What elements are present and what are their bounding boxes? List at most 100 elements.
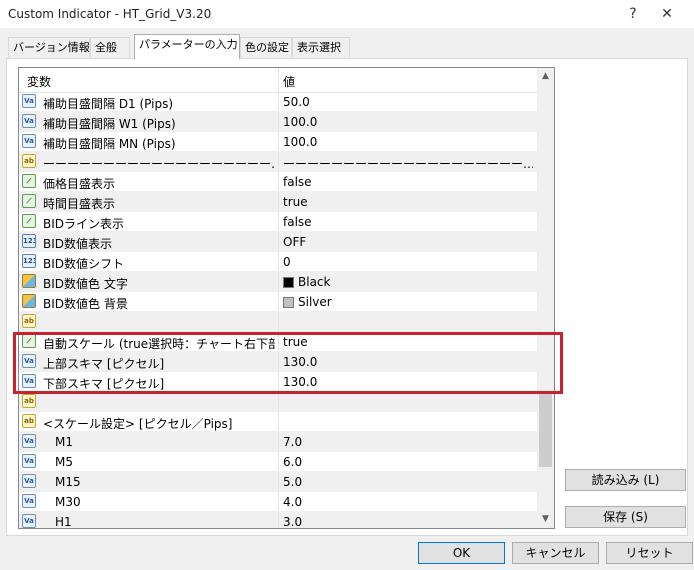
color-name: Black xyxy=(298,275,331,289)
parameter-row[interactable]: Va M5 6.0 xyxy=(19,452,537,472)
cell-divider xyxy=(278,392,279,411)
int-type-icon: 123 xyxy=(22,254,36,268)
scroll-up-arrow-icon[interactable]: ▲ xyxy=(537,68,554,85)
parameter-row[interactable]: Va 上部スキマ [ピクセル] 130.0 xyxy=(19,352,537,372)
parameter-name: M15 xyxy=(55,475,81,489)
tab-display-select[interactable]: 表示選択 xyxy=(292,37,350,57)
tab-general[interactable]: 全般 xyxy=(90,37,130,57)
parameter-row[interactable]: BID数値色 背景 Silver xyxy=(19,292,537,312)
parameter-row[interactable]: ⟋ 時間目盛表示 true xyxy=(19,192,537,212)
parameter-name: M5 xyxy=(55,455,73,469)
column-separator[interactable] xyxy=(278,68,279,92)
parameter-row[interactable]: 123 BID数値シフト 0 xyxy=(19,252,537,272)
reset-button[interactable]: リセット xyxy=(606,542,693,564)
scrollbar-thumb[interactable] xyxy=(539,391,552,467)
parameter-row[interactable]: Va 補助目盛間隔 W1 (Pips) 100.0 xyxy=(19,112,537,132)
color-type-icon xyxy=(22,294,36,308)
parameter-value[interactable]: true xyxy=(283,335,533,349)
parameter-row[interactable]: Va 下部スキマ [ピクセル] 130.0 xyxy=(19,372,537,392)
parameter-name: <スケール設定> [ピクセル／Pips] xyxy=(43,417,233,431)
parameter-row[interactable]: ⟋ 価格目盛表示 false xyxy=(19,172,537,192)
parameter-name: BID数値シフト xyxy=(43,257,125,271)
parameter-row[interactable]: ab xyxy=(19,392,537,412)
parameter-row[interactable]: Va H1 3.0 xyxy=(19,512,537,529)
column-header-value[interactable]: 値 xyxy=(283,73,295,90)
parameter-value[interactable]: Silver xyxy=(283,295,533,309)
parameter-name: 自動スケール (true選択時：チャート右下部クリ… xyxy=(43,337,275,351)
title-bar: Custom Indicator - HT_Grid_V3.20 ? ✕ xyxy=(0,0,694,28)
save-button[interactable]: 保存 (S) xyxy=(565,506,686,528)
parameter-name: 上部スキマ [ピクセル] xyxy=(43,357,165,371)
grid-header: 変数 値 xyxy=(19,68,537,93)
cell-divider xyxy=(278,232,279,251)
parameter-row[interactable]: ab <スケール設定> [ピクセル／Pips] xyxy=(19,412,537,432)
double-type-icon: Va xyxy=(22,514,36,528)
parameter-value[interactable]: false xyxy=(283,215,533,229)
parameter-name: H1 xyxy=(55,515,72,529)
scroll-down-arrow-icon[interactable]: ▼ xyxy=(537,511,554,528)
tab-parameters[interactable]: パラメーターの入力 xyxy=(134,34,240,59)
double-type-icon: Va xyxy=(22,434,36,448)
color-swatch xyxy=(283,297,294,308)
parameter-name: BID数値色 背景 xyxy=(43,297,128,311)
parameter-row[interactable]: ⟋ BIDライン表示 false xyxy=(19,212,537,232)
parameter-value[interactable]: 130.0 xyxy=(283,355,533,369)
close-button[interactable]: ✕ xyxy=(656,4,678,24)
parameter-row[interactable]: Va 補助目盛間隔 D1 (Pips) 50.0 xyxy=(19,92,537,112)
double-type-icon: Va xyxy=(22,94,36,108)
parameter-name: 補助目盛間隔 D1 (Pips) xyxy=(43,97,174,111)
parameter-name: ーーーーーーーーーーーーーーーーーーー… xyxy=(43,157,275,171)
parameter-value[interactable]: true xyxy=(283,195,533,209)
string-type-icon: ab xyxy=(22,394,36,408)
string-type-icon: ab xyxy=(22,414,36,428)
cell-divider xyxy=(278,492,279,511)
parameter-value[interactable]: false xyxy=(283,175,533,189)
parameter-value[interactable]: 7.0 xyxy=(283,435,533,449)
parameter-row[interactable]: ⟋ 自動スケール (true選択時：チャート右下部クリ… true xyxy=(19,332,537,352)
parameter-grid[interactable]: 変数 値 Va 補助目盛間隔 D1 (Pips) 50.0 Va 補助目盛間隔 W1 (… xyxy=(18,67,555,529)
vertical-scrollbar[interactable]: ▲ ▼ xyxy=(537,68,554,528)
ok-button[interactable]: OK xyxy=(418,542,505,564)
cell-divider xyxy=(278,472,279,491)
tab-version-info[interactable]: バージョン情報 xyxy=(8,37,90,57)
tab-colors[interactable]: 色の設定 xyxy=(240,37,292,57)
parameter-row[interactable]: Va M30 4.0 xyxy=(19,492,537,512)
parameter-row[interactable]: ab xyxy=(19,312,537,332)
cancel-button[interactable]: キャンセル xyxy=(512,542,599,564)
parameter-row[interactable]: ab ーーーーーーーーーーーーーーーーーーー… ーーーーーーーーーーーーーーーーーー… xyxy=(19,152,537,172)
parameter-value[interactable]: ーーーーーーーーーーーーーーーーーーーー… xyxy=(283,155,533,172)
cell-divider xyxy=(278,512,279,528)
parameter-value[interactable]: 130.0 xyxy=(283,375,533,389)
parameter-name: 時間目盛表示 xyxy=(43,197,116,211)
help-button[interactable]: ? xyxy=(622,4,644,24)
parameter-row[interactable]: BID数値色 文字 Black xyxy=(19,272,537,292)
load-button[interactable]: 読み込み (L) xyxy=(565,469,686,491)
cell-divider xyxy=(278,412,279,431)
color-name: Silver xyxy=(298,295,332,309)
column-header-variable[interactable]: 変数 xyxy=(27,73,51,90)
parameter-name: 下部スキマ [ピクセル] xyxy=(43,377,165,391)
parameter-value[interactable]: 6.0 xyxy=(283,455,533,469)
double-type-icon: Va xyxy=(22,134,36,148)
parameter-name: 補助目盛間隔 W1 (Pips) xyxy=(43,117,176,131)
parameter-row[interactable]: 123 BID数値表示 OFF xyxy=(19,232,537,252)
parameter-row[interactable]: Va M15 5.0 xyxy=(19,472,537,492)
parameter-value[interactable]: 100.0 xyxy=(283,115,533,129)
parameter-value[interactable]: Black xyxy=(283,275,533,289)
parameter-value[interactable]: 0 xyxy=(283,255,533,269)
parameter-value[interactable]: 3.0 xyxy=(283,515,533,528)
parameter-value[interactable]: 100.0 xyxy=(283,135,533,149)
parameter-row[interactable]: Va 補助目盛間隔 MN (Pips) 100.0 xyxy=(19,132,537,152)
color-swatch xyxy=(283,277,294,288)
parameter-value[interactable]: OFF xyxy=(283,235,533,249)
cell-divider xyxy=(278,252,279,271)
parameter-value[interactable]: 4.0 xyxy=(283,495,533,509)
parameter-value[interactable]: 5.0 xyxy=(283,475,533,489)
double-type-icon: Va xyxy=(22,354,36,368)
cell-divider xyxy=(278,292,279,311)
cell-divider xyxy=(278,452,279,471)
parameter-name: M1 xyxy=(55,435,73,449)
parameter-row[interactable]: Va M1 7.0 xyxy=(19,432,537,452)
cell-divider xyxy=(278,132,279,151)
parameter-value[interactable]: 50.0 xyxy=(283,95,533,109)
